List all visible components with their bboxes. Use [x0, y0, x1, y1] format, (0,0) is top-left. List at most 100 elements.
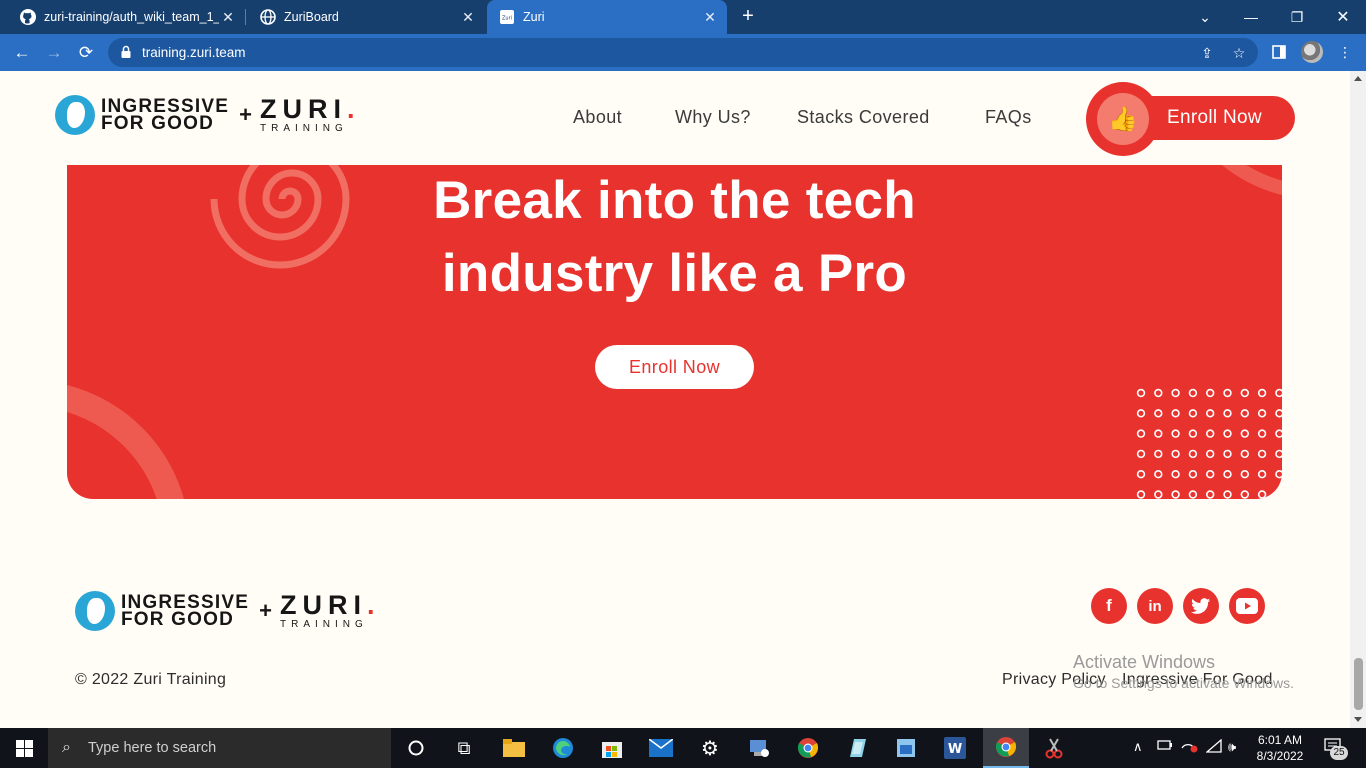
wifi-icon[interactable]: [1205, 738, 1222, 756]
close-window-button[interactable]: ✕: [1320, 0, 1366, 34]
taskbar-search[interactable]: ⌕ Type here to search: [48, 728, 391, 768]
twitter-icon[interactable]: [1183, 588, 1219, 624]
network-warning-icon[interactable]: [1181, 739, 1199, 756]
search-icon: ⌕: [62, 739, 71, 756]
minimize-button[interactable]: —: [1228, 0, 1274, 34]
decorative-dot: [1223, 449, 1232, 459]
decorative-dot: [1154, 449, 1163, 459]
decorative-dot: [1257, 490, 1267, 499]
site-logo[interactable]: INGRESSIVE FOR GOOD + ZURI. TRAINING: [55, 95, 361, 135]
nav-stacks-covered[interactable]: Stacks Covered: [797, 107, 930, 128]
thumbs-up-badge[interactable]: 👍: [1086, 82, 1160, 156]
network-drive-icon[interactable]: [737, 732, 781, 764]
chrome-icon[interactable]: [786, 732, 830, 764]
new-tab-button[interactable]: +: [737, 6, 759, 28]
windows-taskbar: ⌕ Type here to search ⧉ ⚙ W ∧ 🕪 6:01 AM …: [0, 728, 1366, 768]
decorative-dot: [1171, 449, 1180, 459]
decorative-dot: [1275, 449, 1282, 459]
share-icon[interactable]: ⇪: [1198, 44, 1216, 62]
decorative-dot: [1275, 490, 1282, 499]
page-scrollbar[interactable]: [1350, 71, 1366, 728]
file-explorer-icon[interactable]: [492, 732, 536, 764]
ingressive-wordmark: INGRESSIVE FOR GOOD: [101, 96, 230, 134]
decorative-dot: [1205, 449, 1215, 459]
snipping-tool-icon[interactable]: [1032, 732, 1076, 764]
show-hidden-icons-chevron-icon[interactable]: ∧: [1133, 739, 1143, 755]
globe-icon: [260, 9, 276, 25]
profile-avatar[interactable]: [1301, 41, 1323, 63]
scroll-up-icon[interactable]: [1354, 76, 1362, 81]
chrome-active-icon[interactable]: [983, 728, 1029, 768]
decorative-dot: [1223, 490, 1232, 499]
task-view-icon[interactable]: ⧉: [442, 732, 486, 764]
notepad-icon[interactable]: [835, 732, 879, 764]
mail-icon[interactable]: [639, 732, 683, 764]
settings-gear-icon[interactable]: ⚙: [688, 732, 732, 764]
scrollbar-thumb[interactable]: [1354, 658, 1363, 710]
notification-center-icon[interactable]: 25: [1324, 738, 1348, 760]
decorative-dot: [1257, 388, 1267, 398]
svg-text:W: W: [948, 742, 962, 757]
tab-zuri[interactable]: Zuri Zuri ✕: [487, 0, 727, 34]
decorative-dot: [1136, 470, 1146, 479]
activate-windows-watermark: Activate Windows Go to Settings to activ…: [1073, 652, 1294, 694]
more-menu-icon[interactable]: ⋮: [1334, 40, 1356, 64]
hero-enroll-button[interactable]: Enroll Now: [595, 345, 754, 389]
address-bar[interactable]: training.zuri.team ⇪ ☆: [108, 38, 1258, 67]
bookmark-star-icon[interactable]: ☆: [1230, 44, 1248, 62]
battery-icon[interactable]: [1157, 739, 1173, 754]
facebook-icon[interactable]: f: [1091, 588, 1127, 624]
restore-button[interactable]: ❐: [1274, 0, 1320, 34]
microsoft-store-icon[interactable]: [590, 732, 634, 764]
windows-logo-icon: [15, 739, 33, 757]
decorative-dot: [1136, 388, 1146, 398]
forward-button[interactable]: →: [41, 40, 67, 66]
word-icon[interactable]: W: [933, 732, 977, 764]
watermark-subtitle: Go to Settings to activate Windows.: [1073, 675, 1294, 691]
tab-zuriboard[interactable]: ZuriBoard ✕: [240, 0, 485, 34]
close-icon[interactable]: ✕: [701, 8, 719, 26]
decorative-dot: [1188, 470, 1198, 479]
decorative-dot: [1188, 388, 1198, 398]
close-icon[interactable]: ✕: [219, 8, 237, 26]
scroll-down-icon[interactable]: [1354, 717, 1362, 722]
linkedin-icon[interactable]: in: [1137, 588, 1173, 624]
header-enroll-label: Enroll Now: [1167, 107, 1262, 128]
decorative-dot: [1188, 429, 1198, 438]
footer-logo[interactable]: INGRESSIVE FOR GOOD + ZURI. TRAINING: [75, 591, 381, 631]
copyright-text: © 2022 Zuri Training: [75, 671, 227, 688]
photos-app-icon[interactable]: [884, 732, 928, 764]
decorative-dot: [1171, 470, 1180, 479]
site-header: INGRESSIVE FOR GOOD + ZURI. TRAINING Abo…: [0, 71, 1350, 165]
decorative-dot: [1188, 449, 1198, 459]
nav-about[interactable]: About: [573, 107, 622, 128]
decorative-dot: [1257, 409, 1267, 418]
africa-globe-icon: [55, 95, 95, 135]
thumbs-up-icon: 👍: [1097, 93, 1149, 145]
decorative-dot: [1223, 388, 1232, 398]
volume-icon[interactable]: 🕪: [1228, 739, 1236, 755]
edge-browser-icon[interactable]: [541, 732, 585, 764]
system-clock[interactable]: 6:01 AM 8/3/2022: [1250, 732, 1310, 764]
decorative-dot: [1136, 409, 1146, 418]
url-text: training.zuri.team: [142, 45, 246, 60]
decorative-dot: [1136, 490, 1146, 499]
back-button[interactable]: ←: [9, 40, 35, 66]
close-icon[interactable]: ✕: [459, 8, 477, 26]
zuri-wordmark: ZURI. TRAINING: [260, 93, 361, 134]
side-panel-icon[interactable]: [1268, 40, 1290, 64]
tab-github[interactable]: zuri-training/auth_wiki_team_1_p ✕: [0, 0, 245, 34]
decorative-dot: [1136, 429, 1146, 438]
nav-faqs[interactable]: FAQs: [985, 107, 1032, 128]
nav-why-us[interactable]: Why Us?: [675, 107, 751, 128]
decorative-dot: [1240, 470, 1250, 479]
clock-time: 6:01 AM: [1257, 733, 1303, 747]
lock-icon[interactable]: [120, 45, 132, 59]
windows-start-button[interactable]: [0, 728, 48, 768]
web-page: Break into the tech industry like a Pro …: [0, 71, 1350, 728]
decorative-dot: [1240, 388, 1250, 398]
tab-search-chevron-icon[interactable]: ⌄: [1182, 0, 1228, 34]
cortana-icon[interactable]: [394, 732, 438, 764]
reload-button[interactable]: ⟳: [73, 40, 99, 66]
youtube-icon[interactable]: [1229, 588, 1265, 624]
